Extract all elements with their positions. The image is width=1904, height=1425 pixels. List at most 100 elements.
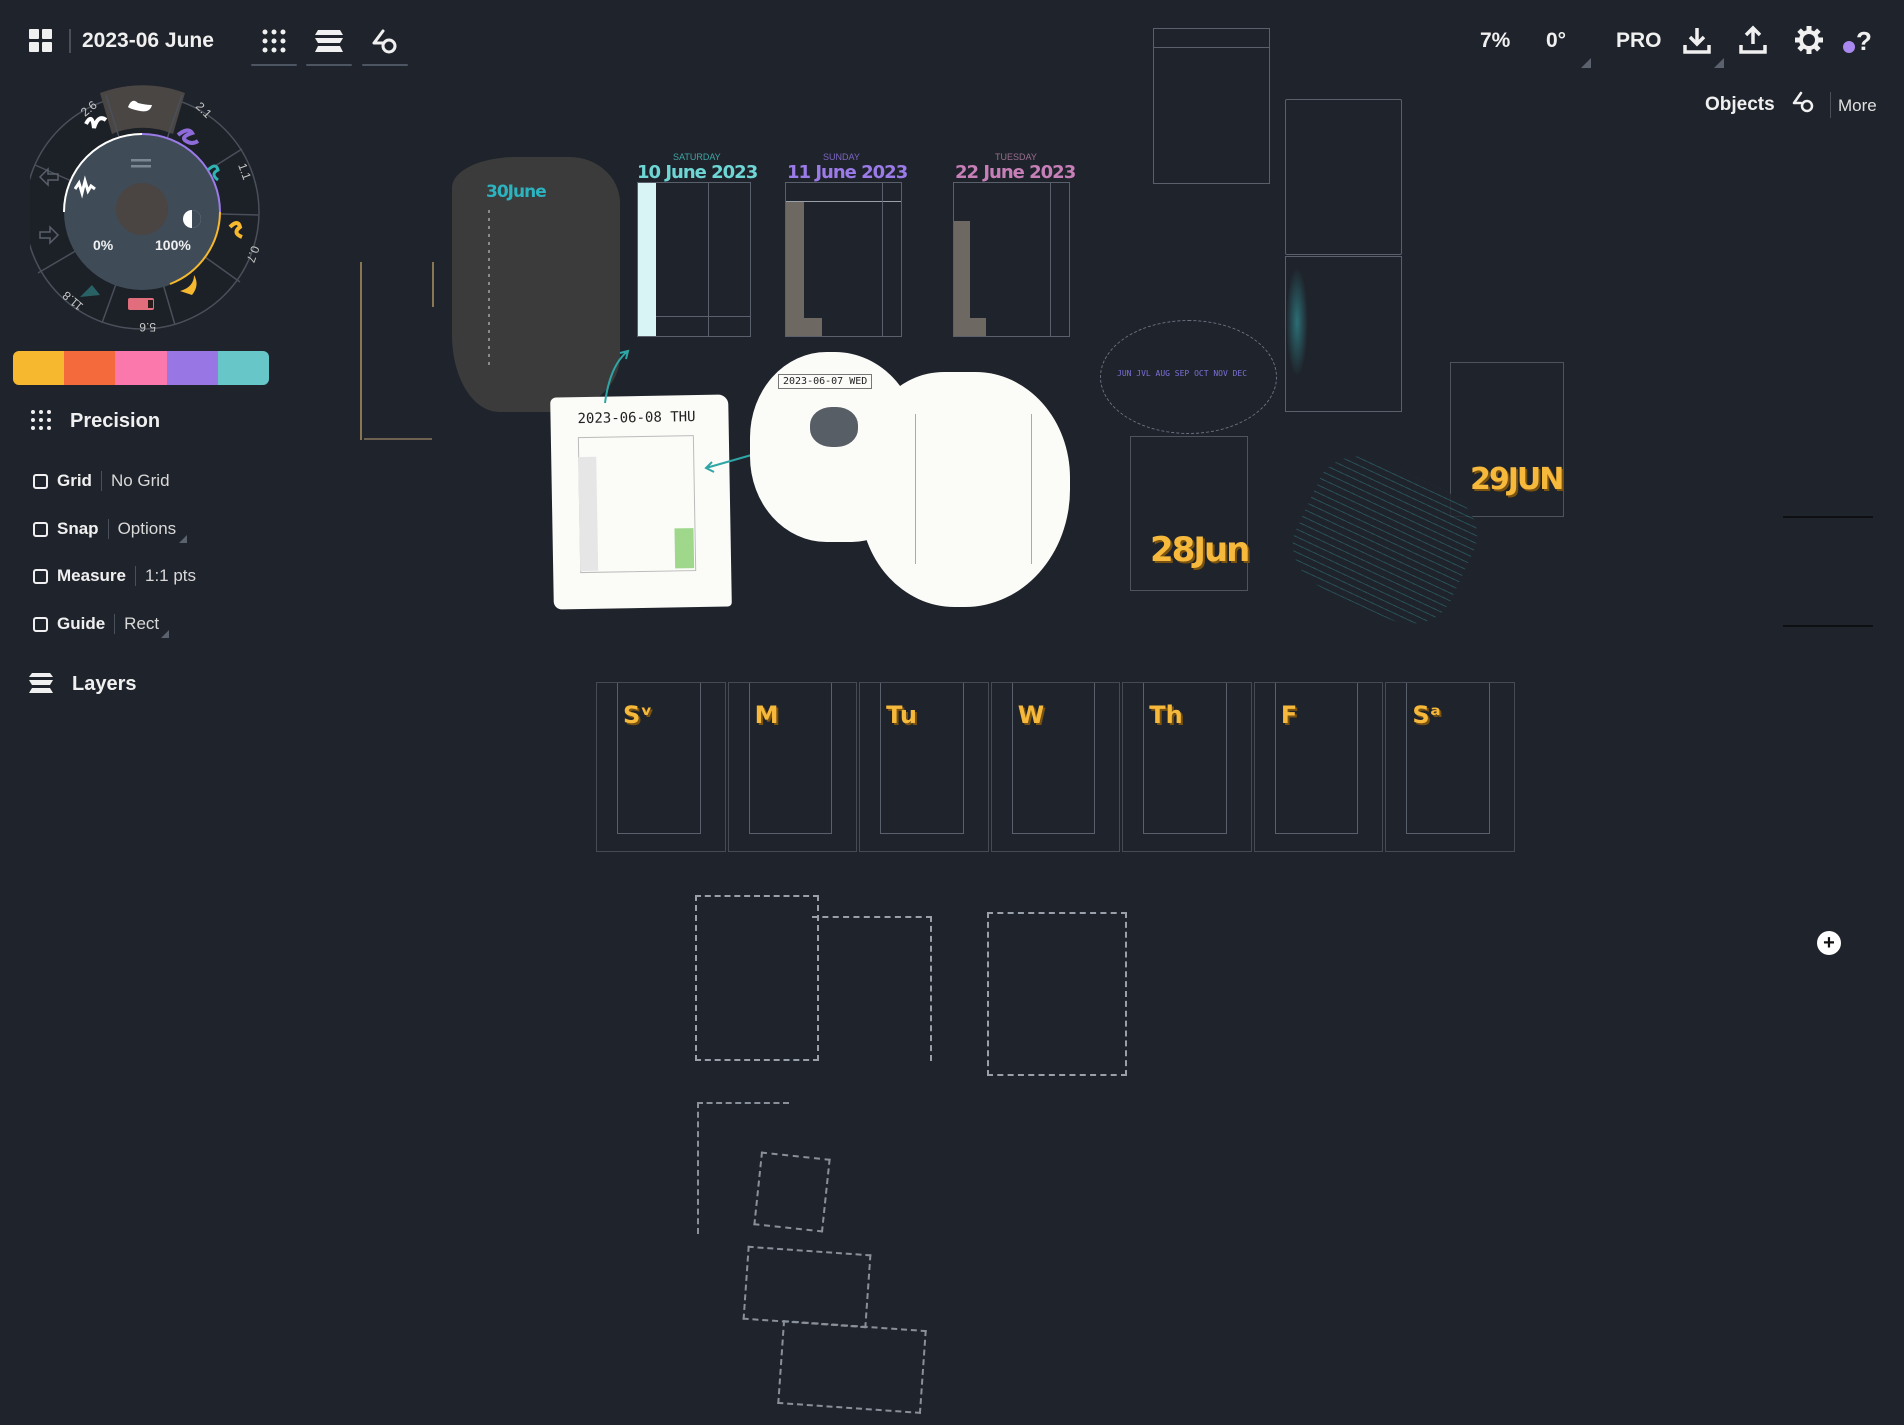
weekday-label: F	[1280, 701, 1298, 729]
note-thu-title: 2023-06-08 THU	[577, 409, 696, 428]
weekday-column: Th	[1122, 682, 1252, 852]
page-top-right-1	[1153, 28, 1270, 184]
export-icon[interactable]	[1736, 23, 1770, 57]
arrow-teal	[604, 349, 630, 404]
date-header-10-june: 10 June 2023	[637, 162, 758, 183]
import-icon[interactable]	[1680, 23, 1714, 57]
svg-text:?: ?	[1856, 26, 1872, 55]
sketch-grid-2	[812, 916, 932, 1061]
document-title[interactable]: 2023-06 June	[82, 29, 214, 53]
grid-checkbox[interactable]	[33, 473, 48, 489]
thin-page-frame	[360, 262, 434, 440]
guide-toggle[interactable]: Guide Rect	[33, 614, 159, 634]
opacity-value[interactable]: 100%	[155, 237, 191, 253]
page-11-june	[785, 182, 902, 337]
objects-shapes-icon[interactable]	[1790, 88, 1818, 116]
weekday-column: Sᵃ	[1385, 682, 1515, 852]
add-object-button[interactable]: +	[1817, 931, 1841, 955]
precision-tab-indicator	[251, 64, 297, 66]
faint-line-2	[1783, 625, 1873, 627]
color-swatch[interactable]	[217, 351, 269, 385]
sketch-grid-5	[753, 1151, 831, 1233]
snap-label: Snap	[57, 519, 99, 538]
note-2023-06-08: 2023-06-08 THU	[550, 394, 732, 610]
color-swatch[interactable]	[115, 351, 167, 385]
guide-label: Guide	[57, 614, 106, 633]
date-header-22-june: 22 June 2023	[955, 162, 1076, 183]
objects-label[interactable]: Objects	[1705, 94, 1775, 116]
sketch-grid-3	[987, 912, 1127, 1076]
precision-title[interactable]: Precision	[70, 410, 160, 433]
zoom-level[interactable]: 7%	[1480, 29, 1510, 53]
color-swatch[interactable]	[166, 351, 218, 385]
weekday-label: Tu	[886, 701, 917, 729]
guide-checkbox[interactable]	[33, 616, 48, 632]
gallery-icon[interactable]	[24, 24, 58, 58]
page-10-june	[637, 182, 751, 337]
weekday-column: F	[1253, 682, 1384, 852]
sketch-grid-6	[742, 1245, 872, 1329]
precision-icon[interactable]	[257, 24, 291, 58]
measure-toggle[interactable]: Measure 1:1 pts	[33, 566, 196, 586]
layers-title[interactable]: Layers	[72, 673, 137, 696]
separator	[134, 566, 136, 586]
objects-icon[interactable]	[368, 24, 402, 58]
snap-toggle[interactable]: Snap Options	[33, 519, 176, 539]
faint-line-1	[1783, 516, 1873, 518]
page-top-right-2	[1285, 99, 1402, 255]
page-airbrush-notes	[1285, 256, 1402, 412]
big-date-29-jun: 29JUN	[1470, 462, 1564, 497]
import-menu-indicator	[1714, 58, 1724, 68]
list-dots	[488, 210, 490, 370]
separator	[114, 614, 116, 634]
objects-divider	[1830, 92, 1831, 118]
page-22-june	[953, 182, 1070, 337]
layers-tab-indicator	[306, 64, 352, 66]
help-icon[interactable]: ?	[1842, 23, 1876, 57]
weekday-label: Sᵃ	[1412, 701, 1441, 729]
weekday-column: Tu	[859, 682, 989, 852]
measure-checkbox[interactable]	[33, 568, 48, 584]
settings-icon[interactable]	[1792, 23, 1826, 57]
color-palette[interactable]	[13, 351, 269, 385]
brush-wheel[interactable]: 2.6 2.1 1.1 0.7 5.6 11.8	[30, 77, 270, 337]
sketch-grid-1	[695, 895, 819, 1061]
color-swatch[interactable]	[64, 351, 116, 385]
weekday-strip: Sᵛ M Tu W Th F Sᵃ	[596, 682, 1517, 852]
svg-text:5.6: 5.6	[139, 320, 156, 334]
label-tuesday: TUESDAY	[995, 152, 1037, 162]
big-date-28-jun: 28Jun	[1150, 530, 1250, 570]
date-header-30-june: 30June	[486, 182, 547, 202]
label-sunday: SUNDAY	[823, 152, 860, 162]
guide-value[interactable]: Rect	[124, 614, 159, 634]
snap-options[interactable]: Options	[118, 519, 177, 539]
measure-value[interactable]: 1:1 pts	[145, 566, 196, 586]
grid-label: Grid	[57, 471, 92, 490]
weekday-label: M	[754, 701, 779, 729]
snap-menu-indicator	[179, 535, 187, 543]
smoothing-value[interactable]: 0%	[93, 237, 113, 253]
weekday-label: Sᵛ	[623, 701, 653, 729]
note-2023-06-07: 2023-06-07 WED	[750, 352, 1080, 612]
measure-label: Measure	[57, 566, 126, 585]
precision-section-icon	[26, 405, 56, 435]
separator	[107, 519, 109, 539]
months-line: JUN JVL AUG SEP OCT NOV DEC	[1117, 369, 1248, 378]
rotation-menu-indicator	[1581, 58, 1591, 68]
weekday-label: W	[1017, 701, 1045, 729]
grid-toggle[interactable]: Grid No Grid	[33, 471, 170, 491]
title-divider	[69, 29, 71, 53]
grid-value[interactable]: No Grid	[111, 471, 170, 491]
layers-section-icon	[26, 668, 56, 698]
drawing-canvas[interactable]: 30June SATURDAY 10 June 2023 SUNDAY 11 J…	[0, 0, 1904, 1425]
guide-menu-indicator	[161, 630, 169, 638]
more-button[interactable]: More	[1838, 96, 1877, 116]
pro-badge[interactable]: PRO	[1616, 29, 1662, 53]
snap-checkbox[interactable]	[33, 521, 48, 537]
weekday-column: Sᵛ	[596, 682, 726, 852]
color-swatch[interactable]	[13, 351, 65, 385]
layers-icon[interactable]	[312, 24, 346, 58]
rotation-angle[interactable]: 0°	[1546, 29, 1566, 53]
label-saturday: SATURDAY	[673, 152, 721, 162]
weekday-column: W	[990, 682, 1121, 852]
